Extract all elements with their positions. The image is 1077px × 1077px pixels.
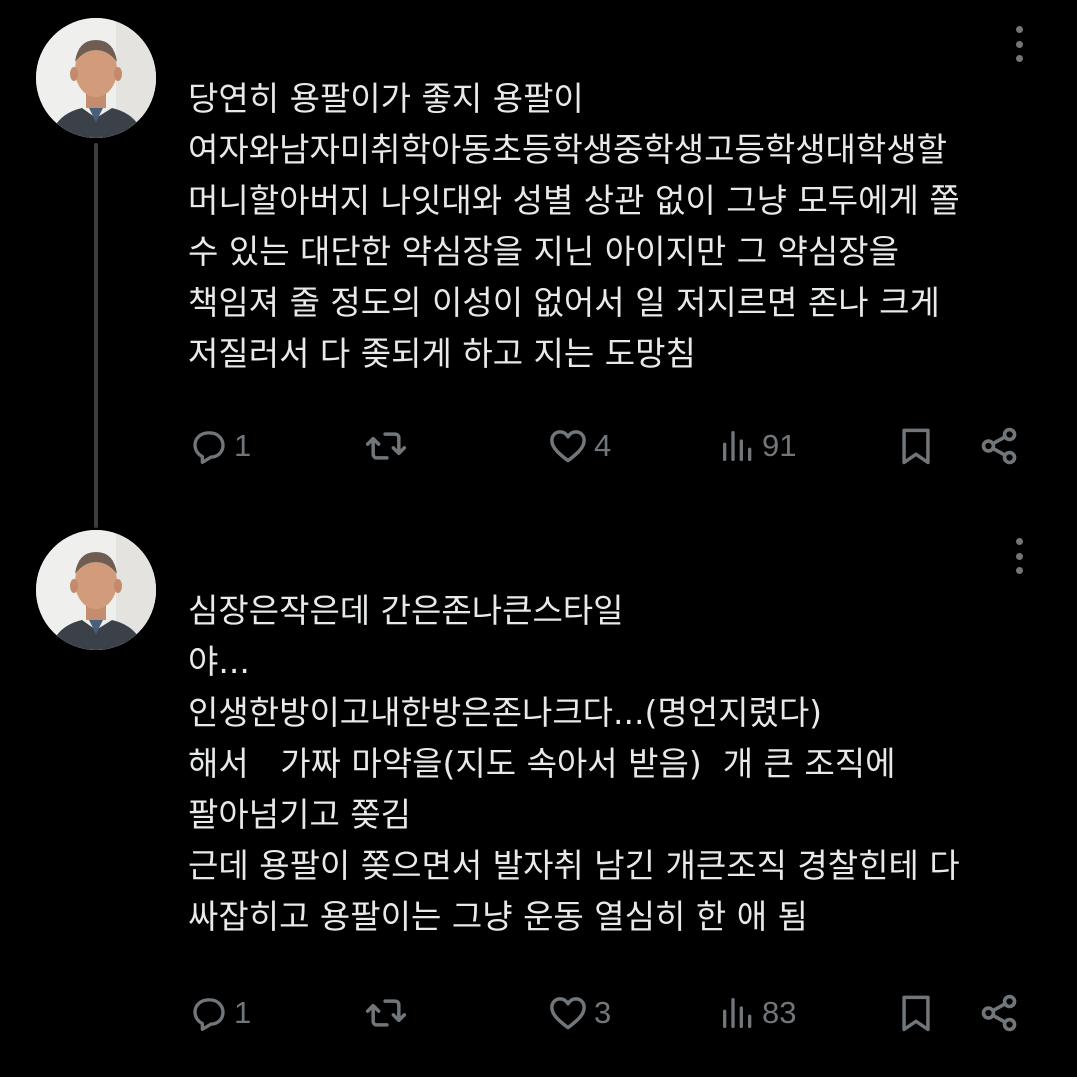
like-count: 4 bbox=[594, 428, 612, 463]
reply-icon bbox=[193, 431, 225, 464]
like-button[interactable]: 3 bbox=[546, 988, 611, 1038]
reply-button[interactable]: 1 bbox=[188, 988, 251, 1038]
reply-text-line: 해서 가짜 마약을(지도 속아서 받음) 개 큰 조직에 bbox=[188, 744, 896, 783]
avatar[interactable] bbox=[36, 530, 156, 650]
retweet-icon bbox=[365, 432, 407, 460]
action-bar: 1 4 91 bbox=[188, 421, 1028, 471]
reply-text-line: 싸잡히고 용팔이는 그냥 운동 열심히 한 애 됨 bbox=[188, 897, 808, 936]
reply-text-line: 심장은작은데 간은존나큰스타일 bbox=[188, 591, 624, 630]
share-icon bbox=[981, 427, 1017, 465]
bar-chart-icon bbox=[723, 431, 752, 461]
views-button[interactable]: 83 bbox=[718, 988, 796, 1038]
reply-text-line: 야... bbox=[188, 642, 250, 681]
avatar-image bbox=[36, 530, 156, 650]
bookmark-button[interactable] bbox=[894, 421, 938, 471]
avatar-image bbox=[36, 18, 156, 138]
reply-text-line: 머니할아버지 나잇대와 성별 상관 없이 그냥 모두에게 쫄 bbox=[188, 181, 960, 220]
avatar[interactable] bbox=[36, 18, 156, 138]
reply-icon bbox=[193, 998, 225, 1031]
reply-button[interactable]: 1 bbox=[188, 421, 251, 471]
retweet-button[interactable] bbox=[364, 421, 408, 471]
retweet-button[interactable] bbox=[364, 988, 408, 1038]
bookmark-button[interactable] bbox=[894, 988, 938, 1038]
like-button[interactable]: 4 bbox=[546, 421, 611, 471]
thread-connector-line bbox=[94, 143, 98, 528]
reply-text-line: 팔아넘기고 쫒김 bbox=[188, 795, 412, 834]
more-options-icon[interactable] bbox=[1004, 534, 1034, 578]
more-options-icon[interactable] bbox=[1004, 22, 1034, 66]
like-count: 3 bbox=[594, 995, 612, 1030]
reply-text-line: 당연히 용팔이가 좋지 용팔이 bbox=[188, 79, 584, 118]
reply-text-line: 근데 용팔이 쫒으면서 발자취 남긴 개큰조직 경찰힌테 다 bbox=[188, 846, 960, 885]
bookmark-icon bbox=[902, 995, 930, 1032]
view-count: 91 bbox=[762, 428, 797, 463]
retweet-icon bbox=[365, 999, 407, 1027]
reply-text: 당연히 용팔이가 좋지 용팔이 여자와남자미취학아동초등학생중학생고등학생대학생… bbox=[188, 73, 1058, 379]
reply-text-line: 책임져 줄 정도의 이성이 없어서 일 저지르면 존나 크게 bbox=[188, 283, 940, 322]
action-bar: 1 3 83 bbox=[188, 988, 1028, 1038]
reply-text: 심장은작은데 간은존나큰스타일 야... 인생한방이고내한방은존나크다...(명… bbox=[188, 585, 1058, 942]
views-button[interactable]: 91 bbox=[718, 421, 796, 471]
share-button[interactable] bbox=[976, 421, 1022, 471]
share-button[interactable] bbox=[976, 988, 1022, 1038]
reply-count: 1 bbox=[234, 428, 252, 463]
reply-text-line: 여자와남자미취학아동초등학생중학생고등학생대학생할 bbox=[188, 130, 947, 169]
view-count: 83 bbox=[762, 995, 797, 1030]
bar-chart-icon bbox=[723, 998, 752, 1028]
share-icon bbox=[981, 994, 1017, 1032]
reply-count: 1 bbox=[234, 995, 252, 1030]
reply-text-line: 저질러서 다 좆되게 하고 지는 도망침 bbox=[188, 334, 696, 373]
reply-text-line: 인생한방이고내한방은존나크다...(명언지렸다) bbox=[188, 693, 823, 732]
reply-text-line: 수 있는 대단한 약심장을 지닌 아이지만 그 약심장을 bbox=[188, 232, 899, 271]
bookmark-icon bbox=[902, 428, 930, 465]
heart-icon bbox=[550, 997, 586, 1030]
heart-icon bbox=[550, 430, 586, 463]
